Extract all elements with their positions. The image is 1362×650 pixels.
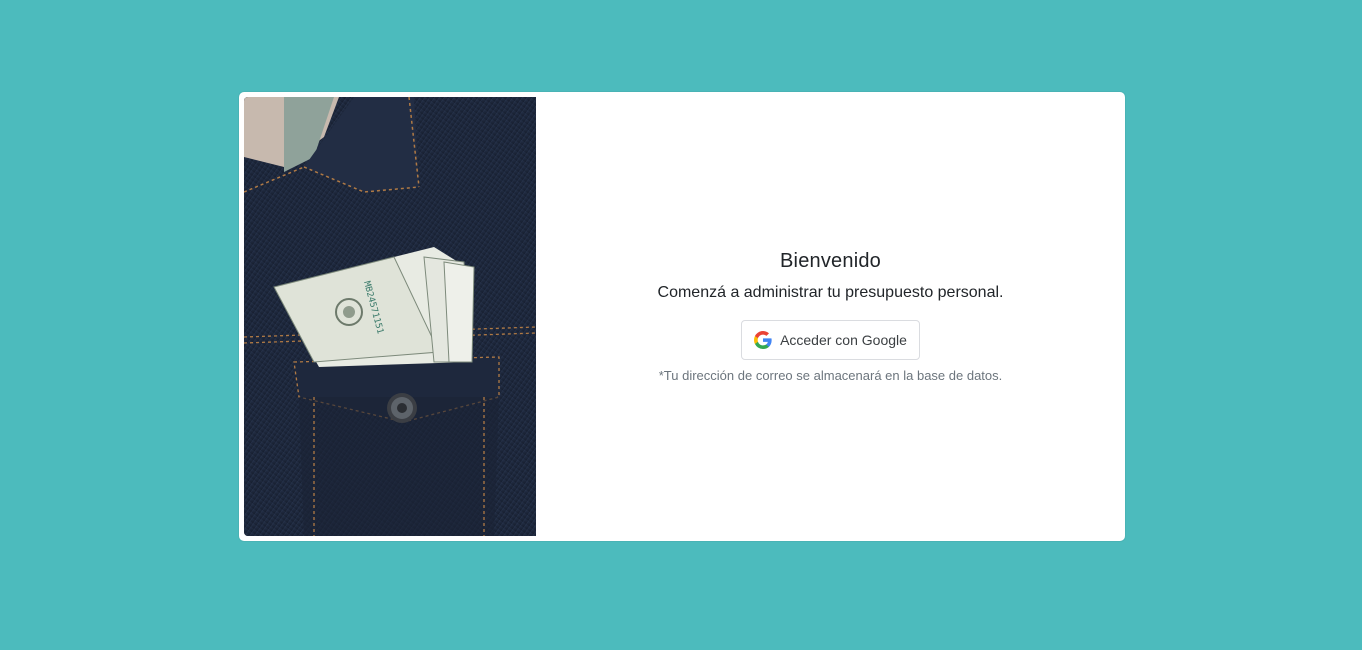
login-card: MB24571151 Bienvenido Comenzá a administ…	[239, 92, 1125, 541]
google-g-icon	[754, 331, 772, 349]
email-storage-note: *Tu dirección de correo se almacenará en…	[658, 368, 1003, 383]
money-pocket-illustration: MB24571151	[244, 97, 536, 536]
welcome-subtitle: Comenzá a administrar tu presupuesto per…	[657, 284, 1004, 301]
google-signin-button[interactable]: Acceder con Google	[741, 320, 920, 360]
welcome-title: Bienvenido	[780, 250, 881, 272]
google-signin-label: Acceder con Google	[780, 332, 907, 348]
login-panel: Bienvenido Comenzá a administrar tu pres…	[536, 92, 1125, 541]
hero-photo: MB24571151	[244, 97, 536, 536]
